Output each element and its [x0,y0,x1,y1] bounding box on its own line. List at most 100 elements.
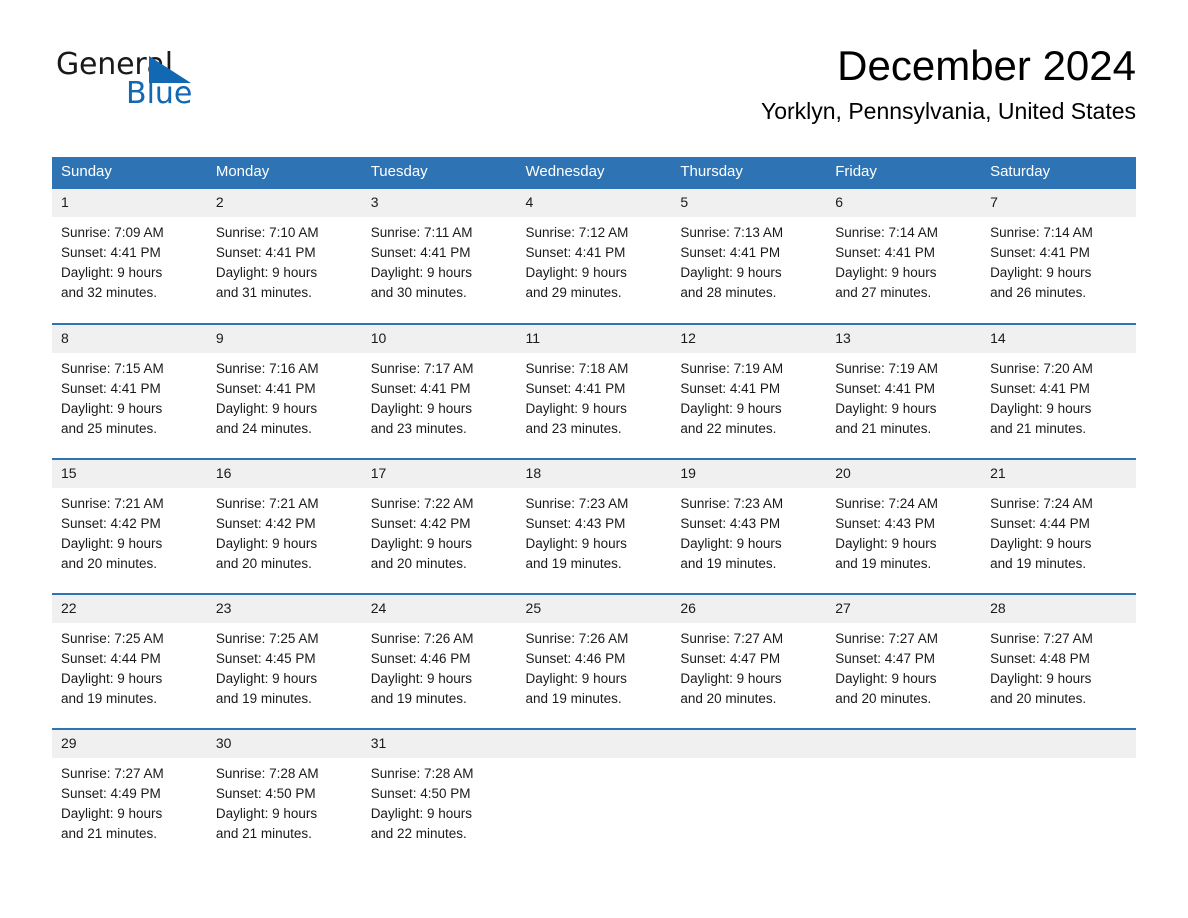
calendar-day-cell[interactable]: 1 Sunrise: 7:09 AM Sunset: 4:41 PM Dayli… [52,188,207,324]
calendar-day-cell[interactable]: 23 Sunrise: 7:25 AM Sunset: 4:45 PM Dayl… [206,592,362,729]
day-number: 1 [52,188,207,217]
day-number: 2 [206,188,362,217]
calendar-day-cell[interactable]: 21 Sunrise: 7:24 AM Sunset: 4:44 PM Dayl… [981,457,1136,594]
calendar-day-cell[interactable]: 28 Sunrise: 7:27 AM Sunset: 4:48 PM Dayl… [981,592,1136,729]
calendar-week-row: 1 Sunrise: 7:09 AM Sunset: 4:41 PM Dayli… [52,188,1136,324]
sunset-text: Sunset: 4:41 PM [990,380,1090,396]
daylight-text-line2: and 21 minutes. [61,825,158,841]
day-number: 25 [516,594,672,623]
daylight-text-line2: and 19 minutes. [215,690,312,706]
daylight-text-line1: Daylight: 9 hours [525,264,627,280]
day-details: Sunrise: 7:23 AM Sunset: 4:43 PM Dayligh… [671,488,826,574]
daylight-text-line2: and 19 minutes. [525,690,622,706]
calendar-day-cell[interactable]: 15 Sunrise: 7:21 AM Sunset: 4:42 PM Dayl… [52,457,207,594]
calendar-day-cell[interactable]: 19 Sunrise: 7:23 AM Sunset: 4:43 PM Dayl… [671,457,827,594]
calendar-week-row: 22 Sunrise: 7:25 AM Sunset: 4:44 PM Dayl… [52,592,1136,729]
sunrise-text: Sunrise: 7:21 AM [61,495,164,511]
day-details: Sunrise: 7:14 AM Sunset: 4:41 PM Dayligh… [981,217,1136,303]
daylight-text-line1: Daylight: 9 hours [61,670,163,686]
calendar-page: General Blue December 2024 Yorklyn, Penn… [0,0,1188,918]
calendar-day-cell[interactable]: 14 Sunrise: 7:20 AM Sunset: 4:41 PM Dayl… [981,322,1136,459]
sunrise-text: Sunrise: 7:09 AM [61,224,164,240]
day-details: Sunrise: 7:13 AM Sunset: 4:41 PM Dayligh… [671,217,826,303]
calendar-day-cell[interactable]: 11 Sunrise: 7:18 AM Sunset: 4:41 PM Dayl… [516,322,672,459]
calendar-day-cell[interactable]: 17 Sunrise: 7:22 AM Sunset: 4:42 PM Dayl… [361,457,517,594]
calendar-day-cell[interactable]: 4 Sunrise: 7:12 AM Sunset: 4:41 PM Dayli… [516,188,672,324]
weekday-header-thursday: Thursday [671,157,827,189]
daylight-text-line2: and 30 minutes. [370,284,467,300]
calendar-day-cell[interactable]: 8 Sunrise: 7:15 AM Sunset: 4:41 PM Dayli… [52,322,207,459]
day-number: 29 [52,729,207,758]
sunrise-text: Sunrise: 7:27 AM [835,630,939,646]
sunrise-text: Sunrise: 7:14 AM [990,224,1093,240]
day-details: Sunrise: 7:11 AM Sunset: 4:41 PM Dayligh… [362,217,517,303]
day-number: 4 [516,188,672,217]
calendar-day-cell[interactable]: 31 Sunrise: 7:28 AM Sunset: 4:50 PM Dayl… [361,727,517,864]
calendar-day-cell[interactable]: 26 Sunrise: 7:27 AM Sunset: 4:47 PM Dayl… [671,592,827,729]
daylight-text-line1: Daylight: 9 hours [990,535,1092,551]
calendar-day-cell[interactable]: 6 Sunrise: 7:14 AM Sunset: 4:41 PM Dayli… [826,188,982,324]
daylight-text-line1: Daylight: 9 hours [680,535,782,551]
general-blue-logo[interactable]: General Blue [56,50,206,112]
calendar-day-cell[interactable]: 30 Sunrise: 7:28 AM Sunset: 4:50 PM Dayl… [206,727,362,864]
daylight-text-line1: Daylight: 9 hours [370,805,472,821]
calendar-day-cell-empty [981,727,1136,864]
daylight-text-line1: Daylight: 9 hours [990,400,1092,416]
calendar-week-row: 8 Sunrise: 7:15 AM Sunset: 4:41 PM Dayli… [52,322,1136,459]
calendar-day-cell[interactable]: 10 Sunrise: 7:17 AM Sunset: 4:41 PM Dayl… [361,322,517,459]
sunrise-text: Sunrise: 7:24 AM [990,495,1093,511]
sunset-text: Sunset: 4:41 PM [525,244,626,260]
sunset-text: Sunset: 4:50 PM [215,785,316,801]
daylight-text-line2: and 31 minutes. [215,284,312,300]
calendar-day-cell[interactable]: 9 Sunrise: 7:16 AM Sunset: 4:41 PM Dayli… [206,322,362,459]
daylight-text-line1: Daylight: 9 hours [990,670,1092,686]
sunrise-text: Sunrise: 7:25 AM [61,630,164,646]
calendar-day-cell[interactable]: 7 Sunrise: 7:14 AM Sunset: 4:41 PM Dayli… [981,188,1136,324]
day-number: 16 [206,459,362,488]
daylight-text-line2: and 19 minutes. [990,555,1087,571]
calendar-day-cell[interactable]: 24 Sunrise: 7:26 AM Sunset: 4:46 PM Dayl… [361,592,517,729]
daylight-text-line2: and 19 minutes. [61,690,158,706]
calendar-day-cell[interactable]: 25 Sunrise: 7:26 AM Sunset: 4:46 PM Dayl… [516,592,672,729]
calendar-day-cell[interactable]: 27 Sunrise: 7:27 AM Sunset: 4:47 PM Dayl… [826,592,982,729]
calendar-day-cell[interactable]: 13 Sunrise: 7:19 AM Sunset: 4:41 PM Dayl… [826,322,982,459]
day-number: 9 [206,324,362,353]
sunrise-text: Sunrise: 7:22 AM [370,495,474,511]
calendar-day-cell[interactable]: 29 Sunrise: 7:27 AM Sunset: 4:49 PM Dayl… [52,727,207,864]
calendar-day-cell[interactable]: 2 Sunrise: 7:10 AM Sunset: 4:41 PM Dayli… [206,188,362,324]
day-number [671,729,827,758]
day-details: Sunrise: 7:27 AM Sunset: 4:48 PM Dayligh… [981,623,1136,709]
daylight-text-line2: and 27 minutes. [835,284,932,300]
calendar-day-cell[interactable]: 3 Sunrise: 7:11 AM Sunset: 4:41 PM Dayli… [361,188,517,324]
sunset-text: Sunset: 4:44 PM [990,515,1090,531]
daylight-text-line2: and 28 minutes. [680,284,777,300]
day-number: 26 [671,594,827,623]
calendar-day-cell[interactable]: 5 Sunrise: 7:13 AM Sunset: 4:41 PM Dayli… [671,188,827,324]
day-details: Sunrise: 7:16 AM Sunset: 4:41 PM Dayligh… [207,353,362,439]
calendar-day-cell[interactable]: 16 Sunrise: 7:21 AM Sunset: 4:42 PM Dayl… [206,457,362,594]
weekday-header-friday: Friday [826,157,982,189]
daylight-text-line1: Daylight: 9 hours [370,400,472,416]
day-details: Sunrise: 7:09 AM Sunset: 4:41 PM Dayligh… [52,217,207,303]
day-details: Sunrise: 7:24 AM Sunset: 4:43 PM Dayligh… [826,488,981,574]
daylight-text-line1: Daylight: 9 hours [680,400,782,416]
sunset-text: Sunset: 4:47 PM [835,650,936,666]
day-number [981,729,1136,758]
day-number: 30 [206,729,362,758]
day-details: Sunrise: 7:27 AM Sunset: 4:49 PM Dayligh… [52,758,207,844]
sunset-text: Sunset: 4:41 PM [835,380,936,396]
calendar-day-cell[interactable]: 22 Sunrise: 7:25 AM Sunset: 4:44 PM Dayl… [52,592,207,729]
day-number: 19 [671,459,827,488]
calendar-day-cell[interactable]: 18 Sunrise: 7:23 AM Sunset: 4:43 PM Dayl… [516,457,672,594]
day-details: Sunrise: 7:15 AM Sunset: 4:41 PM Dayligh… [52,353,207,439]
day-number: 7 [981,188,1136,217]
daylight-text-line2: and 19 minutes. [370,690,467,706]
daylight-text-line1: Daylight: 9 hours [835,400,937,416]
day-details: Sunrise: 7:26 AM Sunset: 4:46 PM Dayligh… [517,623,672,709]
daylight-text-line1: Daylight: 9 hours [680,670,782,686]
weekday-header-tuesday: Tuesday [361,157,517,189]
daylight-text-line2: and 21 minutes. [215,825,312,841]
calendar-day-cell[interactable]: 12 Sunrise: 7:19 AM Sunset: 4:41 PM Dayl… [671,322,827,459]
calendar-day-cell[interactable]: 20 Sunrise: 7:24 AM Sunset: 4:43 PM Dayl… [826,457,982,594]
daylight-text-line1: Daylight: 9 hours [835,264,937,280]
